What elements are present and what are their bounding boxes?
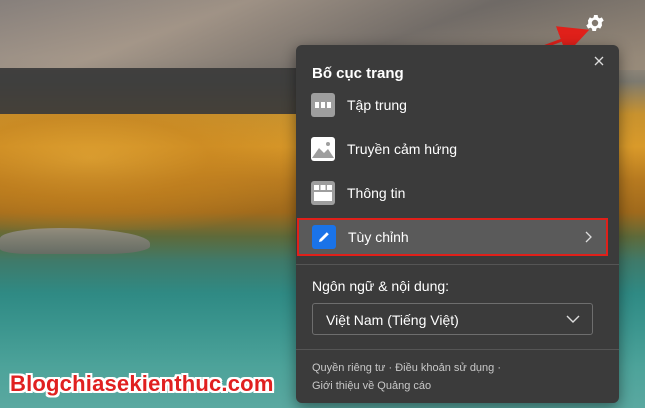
footer-links-2: Giới thiệu về Quảng cáo [312,380,431,392]
terms-link[interactable]: Điều khoản sử dụng [395,362,494,374]
layout-option-label: Tùy chỉnh [348,229,409,245]
language-select-value: Việt Nam (Tiếng Việt) [326,312,459,328]
divider [296,349,619,350]
layout-option-informational[interactable]: Thông tin [296,173,619,213]
watermark-text: Blogchiasekienthuc.com [10,371,274,396]
layout-option-label: Tập trung [347,97,407,113]
footer-links: Quyền riêng tư · Điều khoản sử dụng · [312,362,501,374]
layout-option-inspirational[interactable]: Truyền cảm hứng [296,129,619,169]
focused-layout-icon [311,93,335,117]
informational-layout-icon [311,181,335,205]
divider [296,264,619,265]
footer-separator: · [385,362,396,374]
background-search-band [0,68,300,114]
language-content-label: Ngôn ngữ & nội dung: [312,278,450,294]
layout-option-focused[interactable]: Tập trung [296,85,619,125]
close-icon [594,56,604,66]
chevron-down-icon [566,315,580,323]
layout-option-label: Truyền cảm hứng [347,141,458,157]
footer-separator: · [494,362,502,374]
language-select[interactable]: Việt Nam (Tiếng Việt) [312,303,593,335]
chevron-right-icon [585,231,592,243]
inspirational-layout-icon [311,137,335,161]
settings-gear-button[interactable] [584,12,606,34]
pencil-icon [312,225,336,249]
background-forest [0,110,300,230]
privacy-link[interactable]: Quyền riêng tư [312,362,385,374]
close-button[interactable] [591,53,607,69]
page-layout-panel: Bố cục trang Tập trung Truyền cảm hứng T… [296,45,619,403]
layout-option-custom[interactable]: Tùy chỉnh [297,218,608,256]
panel-title: Bố cục trang [312,65,404,82]
ads-link[interactable]: Giới thiệu về Quảng cáo [312,380,431,392]
layout-option-label: Thông tin [347,185,406,201]
gear-icon [586,15,604,31]
